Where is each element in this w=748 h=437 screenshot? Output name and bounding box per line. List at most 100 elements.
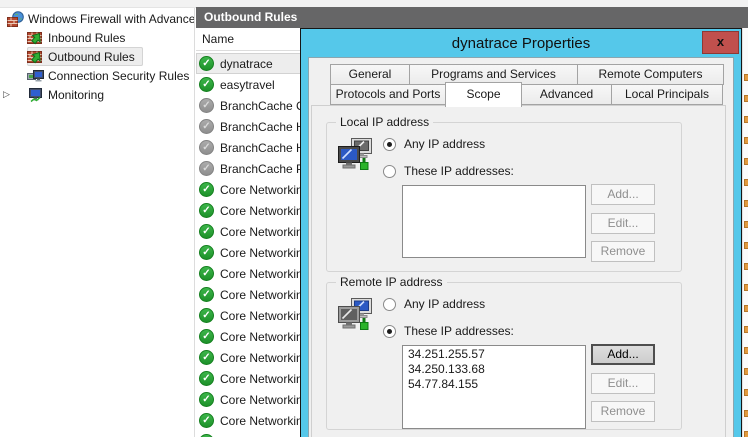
rule-name: Core Networkin [220,330,303,344]
action-item-icon[interactable] [744,242,748,249]
rule-enabled-check-icon: ✓ [199,329,214,344]
tree-item-label: Monitoring [48,88,104,102]
rule-name: Core Networkin [220,393,303,407]
network-computers-icon [338,138,374,175]
rule-enabled-check-icon: ✓ [199,203,214,218]
rule-enabled-check-icon: ✓ [199,287,214,302]
tab-protocols-and-ports[interactable]: Protocols and Ports [330,84,446,105]
action-item-icon[interactable] [744,179,748,186]
rule-enabled-check-icon: ✓ [199,266,214,281]
radio-circle [383,298,396,311]
action-item-icon[interactable] [744,137,748,144]
action-item-icon[interactable] [744,221,748,228]
radio-circle [383,325,396,338]
action-item-icon[interactable] [744,284,748,291]
local-ip-address-group: Local IP address [326,122,682,272]
dialog-title: dynatrace Properties [452,35,590,52]
local-edit-button[interactable]: Edit... [591,213,655,234]
remote-ip-listbox[interactable]: 34.251.255.5734.250.133.6854.77.84.155 [402,345,586,429]
local-add-button[interactable]: Add... [591,184,655,205]
tree-item-windows-firewall-root[interactable]: Windows Firewall with Advance [0,9,194,28]
remote-these-ip-radio[interactable]: These IP addresses: [383,324,514,338]
radio-label: These IP addresses: [404,164,514,178]
close-button[interactable]: x [702,31,739,54]
results-pane-header: Outbound Rules [196,7,748,28]
ip-address-item[interactable]: 54.77.84.155 [408,377,585,392]
remote-add-button[interactable]: Add... [591,344,655,365]
rule-enabled-check-icon: ✓ [199,245,214,260]
ip-address-item[interactable]: 34.251.255.57 [408,347,585,362]
tab-remote-computers[interactable]: Remote Computers [577,64,724,85]
monitoring-icon [27,87,44,103]
tree-item-outbound-rules[interactable]: Outbound Rules [0,47,194,66]
tab-general[interactable]: General [330,64,410,85]
rule-name: Core Networkin [220,372,303,386]
firewall-rules-icon [27,49,44,65]
scope-tab-page: Local IP address [311,105,726,437]
firewall-globe-icon [7,11,24,27]
rule-name: Core Networkin [220,204,303,218]
rule-enabled-check-icon: ✓ [199,350,214,365]
action-item-icon[interactable] [744,326,748,333]
rule-disabled-check-icon: ✓ [199,98,214,113]
rule-name: Core Networkin [220,414,303,428]
windows-firewall-mmc-window: Windows Firewall with Advance Inbound Ru… [0,0,748,437]
expand-arrow-icon[interactable]: ▷ [3,89,13,99]
remote-edit-button[interactable]: Edit... [591,373,655,394]
tab-scope[interactable]: Scope [445,82,522,107]
tab-advanced[interactable]: Advanced [521,84,612,105]
rule-name: BranchCache H [220,141,305,155]
group-label: Remote IP address [336,275,447,289]
radio-circle [383,138,396,151]
network-computers-icon [27,68,44,84]
tab-strip: GeneralPrograms and ServicesRemote Compu… [330,64,726,105]
remote-remove-button[interactable]: Remove [591,401,655,422]
actions-pane-sliver [742,28,748,437]
action-item-icon[interactable] [744,305,748,312]
rule-name: Core Networkin [220,225,303,239]
dynatrace-properties-dialog: dynatrace Properties x GeneralPrograms a… [300,28,742,437]
tree-item-monitoring[interactable]: ▷ Monitoring [0,85,194,104]
tree-item-inbound-rules[interactable]: Inbound Rules [0,28,194,47]
group-label: Local IP address [336,115,433,129]
local-any-ip-radio[interactable]: Any IP address [383,137,485,151]
tree-item-label: Connection Security Rules [48,69,189,83]
action-item-icon[interactable] [744,74,748,81]
rule-name: Core Networkin [220,288,303,302]
remote-any-ip-radio[interactable]: Any IP address [383,297,485,311]
action-item-icon[interactable] [744,95,748,102]
radio-label: Any IP address [404,137,485,151]
rule-name: Core Networkin [220,267,303,281]
action-item-icon[interactable] [744,263,748,270]
local-these-ip-radio[interactable]: These IP addresses: [383,164,514,178]
radio-label: These IP addresses: [404,324,514,338]
rule-enabled-check-icon: ✓ [199,392,214,407]
tree-item-label: Outbound Rules [48,50,135,64]
rule-enabled-check-icon: ✓ [199,56,214,71]
dialog-titlebar[interactable]: dynatrace Properties x [301,29,741,58]
action-item-icon[interactable] [744,431,748,437]
local-ip-listbox[interactable] [402,185,586,258]
action-item-icon[interactable] [744,410,748,417]
ip-address-item[interactable]: 34.250.133.68 [408,362,585,377]
action-item-icon[interactable] [744,200,748,207]
rule-name: Core Networkin [220,351,303,365]
rule-enabled-check-icon: ✓ [199,308,214,323]
tree-item-connection-security-rules[interactable]: Connection Security Rules [0,66,194,85]
rule-name: Core Networkin [220,246,303,260]
radio-label: Any IP address [404,297,485,311]
action-item-icon[interactable] [744,158,748,165]
action-item-icon[interactable] [744,116,748,123]
firewall-rules-icon [27,30,44,46]
action-item-icon[interactable] [744,347,748,354]
console-tree-panel: Windows Firewall with Advance Inbound Ru… [0,8,195,437]
action-item-icon[interactable] [744,368,748,375]
remote-ip-address-group: Remote IP address [326,282,682,430]
rule-name: easytravel [220,78,275,92]
results-pane-title: Outbound Rules [204,10,297,24]
rule-name: Core Networkin [220,183,303,197]
action-item-icon[interactable] [744,389,748,396]
local-remove-button[interactable]: Remove [591,241,655,262]
rule-enabled-check-icon: ✓ [199,224,214,239]
tab-local-principals[interactable]: Local Principals [611,84,723,105]
